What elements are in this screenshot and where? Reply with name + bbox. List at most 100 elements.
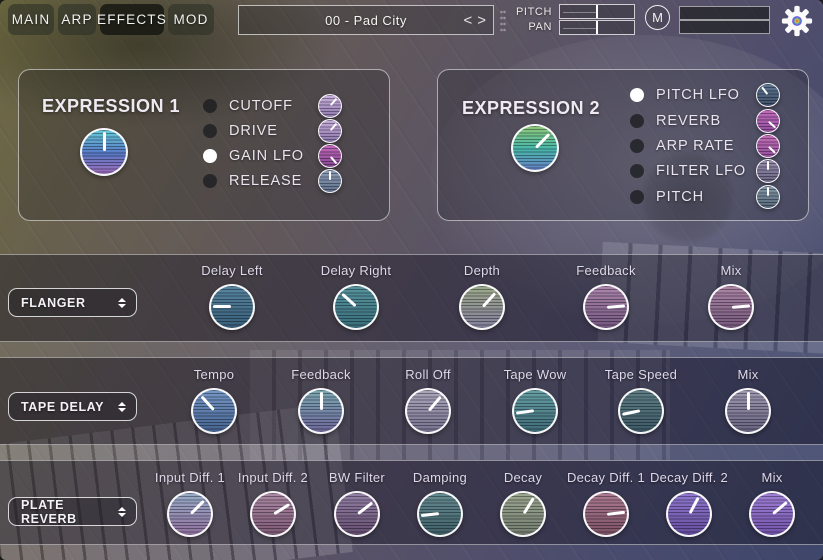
- radio-filter-lfo[interactable]: [630, 164, 644, 178]
- option-label: CUTOFF: [229, 98, 318, 114]
- pan-slider[interactable]: [559, 20, 635, 35]
- input-diff-2-knob[interactable]: [250, 491, 296, 537]
- expression2-option-filter-lfo: FILTER LFO: [630, 158, 780, 184]
- bw-filter-knob[interactable]: [334, 491, 380, 537]
- option-label: GAIN LFO: [229, 148, 318, 164]
- param-label: Tape Speed: [605, 367, 677, 383]
- decay-knob[interactable]: [500, 491, 546, 537]
- row-divider: [0, 445, 823, 460]
- param-label: Damping: [413, 470, 467, 486]
- option-label: PITCH: [656, 189, 756, 205]
- tape-mix-knob[interactable]: [725, 388, 771, 434]
- mono-button[interactable]: M: [645, 5, 670, 30]
- delay-left-knob[interactable]: [209, 284, 255, 330]
- param-tape-speed: Tape Speed: [589, 367, 693, 434]
- param-label: Feedback: [576, 263, 636, 279]
- preset-selector[interactable]: 00 - Pad City < >: [238, 5, 494, 35]
- param-label: Roll Off: [405, 367, 451, 383]
- pan-slider-marker[interactable]: [596, 21, 598, 34]
- drive-amount-knob[interactable]: [318, 119, 342, 143]
- effect-selector-label: PLATE REVERB: [9, 498, 118, 526]
- option-label: PITCH LFO: [656, 87, 756, 103]
- radio-drive[interactable]: [203, 124, 217, 138]
- up-down-arrows-icon: [118, 507, 126, 517]
- gain-lfo-amount-knob[interactable]: [318, 144, 342, 168]
- expression1-option-release: RELEASE: [203, 168, 342, 194]
- param-label: Input Diff. 2: [238, 470, 308, 486]
- tab-arp[interactable]: ARP: [58, 4, 96, 35]
- param-plate-mix: Mix: [728, 470, 816, 537]
- radio-release[interactable]: [203, 174, 217, 188]
- param-tape-wow: Tape Wow: [483, 367, 587, 434]
- preset-next-button[interactable]: >: [477, 13, 486, 28]
- param-input-diff-1: Input Diff. 1: [146, 470, 234, 537]
- radio-reverb[interactable]: [630, 114, 644, 128]
- flanger-feedback-knob[interactable]: [583, 284, 629, 330]
- param-tape-feedback: Feedback: [269, 367, 373, 434]
- effect-selector-plate-reverb[interactable]: PLATE REVERB: [8, 497, 137, 526]
- pitch-amount-knob[interactable]: [756, 185, 780, 209]
- up-down-arrows-icon: [118, 402, 126, 412]
- expression2-option-pitch: PITCH: [630, 184, 780, 210]
- option-label: ARP RATE: [656, 138, 756, 154]
- expression2-option-pitch-lfo: PITCH LFO: [630, 82, 780, 108]
- effect-selector-label: FLANGER: [9, 296, 118, 310]
- param-flanger-feedback: Feedback: [551, 263, 661, 330]
- tab-mod[interactable]: MOD: [168, 4, 214, 35]
- option-label: DRIVE: [229, 123, 318, 139]
- level-meter-left: [679, 6, 770, 20]
- divider-dots: [500, 9, 506, 33]
- radio-arp-rate[interactable]: [630, 139, 644, 153]
- release-amount-knob[interactable]: [318, 169, 342, 193]
- radio-cutoff[interactable]: [203, 99, 217, 113]
- expression2-main-knob[interactable]: [511, 124, 559, 172]
- param-tempo: Tempo: [162, 367, 266, 434]
- plate-mix-knob[interactable]: [749, 491, 795, 537]
- effect-selector-tape-delay[interactable]: TAPE DELAY: [8, 392, 137, 421]
- row-divider: [0, 342, 823, 357]
- decay-diff-1-knob[interactable]: [583, 491, 629, 537]
- decay-diff-2-knob[interactable]: [666, 491, 712, 537]
- tape-feedback-knob[interactable]: [298, 388, 344, 434]
- expression1-main-knob[interactable]: [80, 128, 128, 176]
- cutoff-amount-knob[interactable]: [318, 94, 342, 118]
- reverb-amount-knob[interactable]: [756, 109, 780, 133]
- param-label: Decay Diff. 2: [650, 470, 728, 486]
- radio-gain-lfo[interactable]: [203, 149, 217, 163]
- param-decay-diff-1: Decay Diff. 1: [562, 470, 650, 537]
- param-label: Tempo: [194, 367, 235, 383]
- param-damping: Damping: [396, 470, 484, 537]
- tape-wow-knob[interactable]: [512, 388, 558, 434]
- expression1-option-gain-lfo: GAIN LFO: [203, 143, 342, 169]
- tape-speed-knob[interactable]: [618, 388, 664, 434]
- tab-effects[interactable]: EFFECTS: [100, 4, 164, 35]
- input-diff-1-knob[interactable]: [167, 491, 213, 537]
- delay-right-knob[interactable]: [333, 284, 379, 330]
- depth-knob[interactable]: [459, 284, 505, 330]
- param-delay-right: Delay Right: [301, 263, 411, 330]
- effect-selector-flanger[interactable]: FLANGER: [8, 288, 137, 317]
- param-label: Decay Diff. 1: [567, 470, 645, 486]
- param-label: Delay Right: [321, 263, 392, 279]
- roll-off-knob[interactable]: [405, 388, 451, 434]
- damping-knob[interactable]: [417, 491, 463, 537]
- plugin-window: MAIN ARP EFFECTS MOD 00 - Pad City < > P…: [0, 0, 823, 560]
- pitch-lfo-amount-knob[interactable]: [756, 83, 780, 107]
- tab-main[interactable]: MAIN: [8, 4, 54, 35]
- radio-pitch-lfo[interactable]: [630, 88, 644, 102]
- settings-gear-icon[interactable]: [781, 5, 813, 37]
- flanger-mix-knob[interactable]: [708, 284, 754, 330]
- pitch-label: PITCH: [512, 6, 552, 18]
- expression2-option-reverb: REVERB: [630, 108, 780, 134]
- filter-lfo-amount-knob[interactable]: [756, 159, 780, 183]
- radio-pitch[interactable]: [630, 190, 644, 204]
- pitch-slider[interactable]: [559, 4, 635, 19]
- param-label: Decay: [504, 470, 542, 486]
- level-meter-right: [679, 20, 770, 34]
- preset-prev-button[interactable]: <: [463, 13, 472, 28]
- arp-rate-amount-knob[interactable]: [756, 134, 780, 158]
- param-input-diff-2: Input Diff. 2: [229, 470, 317, 537]
- param-decay: Decay: [479, 470, 567, 537]
- pitch-slider-marker[interactable]: [596, 5, 598, 18]
- tempo-knob[interactable]: [191, 388, 237, 434]
